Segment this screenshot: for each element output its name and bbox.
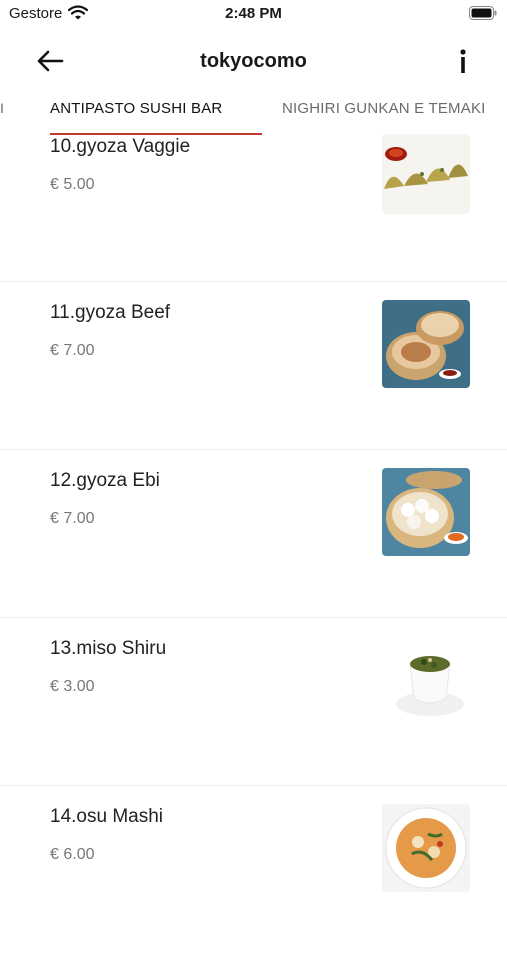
item-name: 11.gyoza Beef <box>50 302 171 323</box>
tab-nighiri-gunkan-e-temaki[interactable]: NIGHIRI GUNKAN E TEMAKI <box>282 100 486 117</box>
gyoza-vaggie-photo <box>382 134 470 214</box>
gyoza-ebi-photo <box>382 468 470 556</box>
clock: 2:48 PM <box>225 5 282 22</box>
info-icon <box>460 49 466 73</box>
menu-list: 10.gyoza Vaggie € 5.00 11.gyoza Beef € 7… <box>0 130 507 953</box>
item-price: € 3.00 <box>50 678 95 695</box>
menu-item-gyoza-ebi[interactable]: 12.gyoza Ebi € 7.00 <box>0 450 507 618</box>
menu-item-osu-mashi[interactable]: 14.osu Mashi € 6.00 <box>0 786 507 953</box>
battery-icon <box>469 6 497 25</box>
menu-item-miso-shiru[interactable]: 13.miso Shiru € 3.00 <box>0 618 507 786</box>
miso-soup-photo <box>382 636 470 724</box>
tab-antipasto-sushi-bar[interactable]: ANTIPASTO SUSHI BAR <box>50 100 222 117</box>
item-price: € 5.00 <box>50 176 95 193</box>
item-name: 10.gyoza Vaggie <box>50 136 191 157</box>
gyoza-beef-photo <box>382 300 470 388</box>
info-button[interactable] <box>453 46 473 78</box>
status-bar: Gestore 2:48 PM <box>0 0 507 30</box>
page-title: tokyocomo <box>200 50 307 72</box>
item-price: € 7.00 <box>50 342 95 359</box>
item-name: 14.osu Mashi <box>50 806 164 827</box>
osu-mashi-photo <box>382 804 470 892</box>
item-price: € 6.00 <box>50 846 95 863</box>
menu-item-gyoza-beef[interactable]: 11.gyoza Beef € 7.00 <box>0 282 507 450</box>
menu-item-gyoza-vaggie[interactable]: 10.gyoza Vaggie € 5.00 <box>0 130 507 282</box>
nav-bar: tokyocomo <box>0 36 507 88</box>
item-name: 12.gyoza Ebi <box>50 470 160 491</box>
item-name: 13.miso Shiru <box>50 638 167 659</box>
item-price: € 7.00 <box>50 510 95 527</box>
tab-previous-partial[interactable]: I <box>0 100 4 116</box>
